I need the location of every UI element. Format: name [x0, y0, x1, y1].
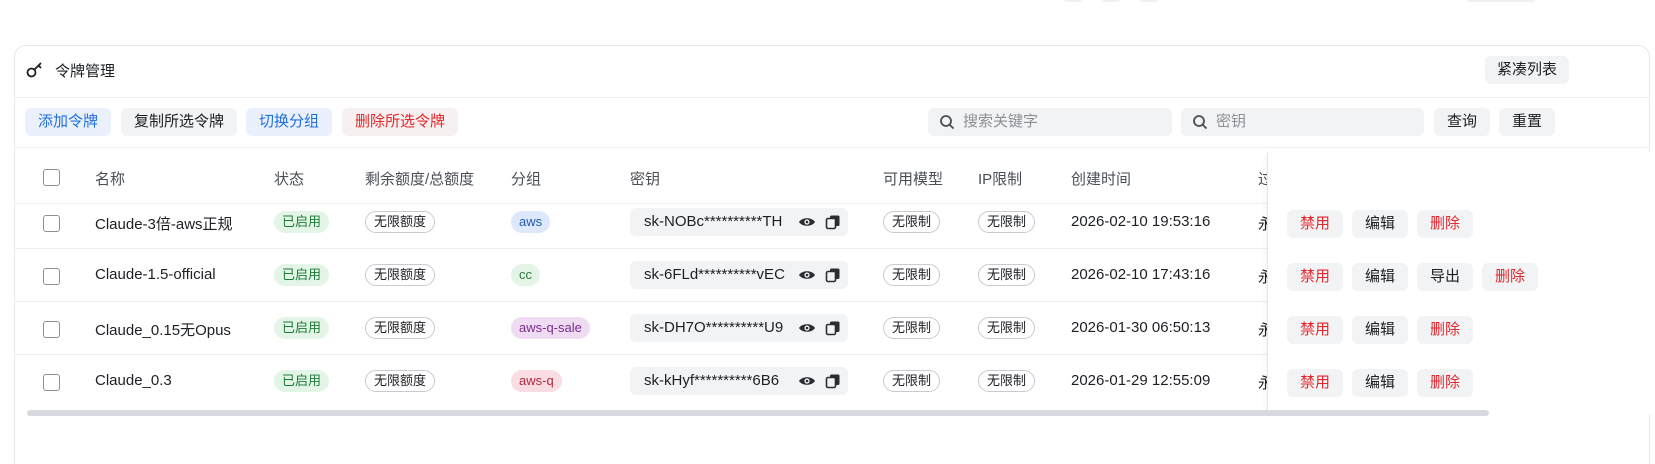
column-header-ip[interactable]: IP限制 [978, 168, 1022, 189]
ip-limit-tag: 无限制 [978, 370, 1036, 392]
card-header: 令牌管理 紧凑列表 [15, 46, 1649, 98]
status-badge: 已启用 [274, 211, 330, 233]
copy-icon[interactable] [825, 214, 841, 230]
eye-icon[interactable] [798, 373, 816, 389]
row-checkbox[interactable] [43, 215, 60, 232]
models-tag: 无限制 [883, 370, 941, 392]
status-badge: 已启用 [274, 317, 330, 339]
disable-button[interactable]: 禁用 [1287, 210, 1344, 238]
add-token-button[interactable]: 添加令牌 [25, 108, 112, 136]
column-header-created[interactable]: 创建时间 [1071, 168, 1131, 189]
search-keyword-input[interactable]: 搜索关键字 [928, 108, 1172, 136]
group-tag: aws [511, 211, 551, 233]
delete-button[interactable]: 删除 [1417, 210, 1474, 238]
created-time: 2026-02-10 17:43:16 [1071, 266, 1211, 283]
actions-column: 禁用 编辑 删除 禁用 编辑 导出 删除 禁用 编辑 删除 禁用 编辑 删除 [1267, 152, 1651, 414]
copy-icon[interactable] [825, 373, 841, 389]
delete-button[interactable]: 删除 [1417, 316, 1474, 344]
delete-button[interactable]: 删除 [1482, 263, 1539, 291]
horizontal-scrollbar[interactable] [27, 410, 1489, 416]
key-value: sk-6FLd**********vEC [644, 266, 785, 283]
quota-tag: 无限额度 [365, 370, 436, 392]
export-button[interactable]: 导出 [1417, 263, 1474, 291]
search-icon [1193, 115, 1208, 130]
delete-button[interactable]: 删除 [1417, 369, 1474, 397]
top-ghost-control [1465, 0, 1537, 2]
disable-button[interactable]: 禁用 [1287, 369, 1344, 397]
token-management-card: 令牌管理 紧凑列表 添加令牌 复制所选令牌 切换分组 删除所选令牌 搜索关键字 … [14, 45, 1651, 464]
disable-button[interactable]: 禁用 [1287, 316, 1344, 344]
quota-tag: 无限额度 [365, 317, 436, 339]
status-badge: 已启用 [274, 264, 330, 286]
compact-list-button[interactable]: 紧凑列表 [1484, 56, 1569, 84]
column-header-quota[interactable]: 剩余额度/总额度 [365, 168, 474, 189]
row-checkbox[interactable] [43, 268, 60, 285]
disable-button[interactable]: 禁用 [1287, 263, 1344, 291]
switch-group-button[interactable]: 切换分组 [246, 108, 333, 136]
models-tag: 无限制 [883, 264, 941, 286]
key-value: sk-DH7O**********U9 [644, 319, 784, 336]
column-header-key[interactable]: 密钥 [630, 168, 660, 189]
edit-button[interactable]: 编辑 [1352, 210, 1409, 238]
ip-limit-tag: 无限制 [978, 264, 1036, 286]
edit-button[interactable]: 编辑 [1352, 316, 1409, 344]
delete-selected-button[interactable]: 删除所选令牌 [342, 108, 459, 136]
token-name: Claude_0.3 [95, 372, 172, 389]
quota-tag: 无限额度 [365, 264, 436, 286]
key-field: sk-6FLd**********vEC [630, 261, 848, 289]
top-ghost-control [1100, 0, 1122, 2]
key-value: sk-kHyf**********6B6 [644, 372, 780, 389]
token-name: Claude-3倍-aws正规 [95, 216, 233, 233]
column-header-group[interactable]: 分组 [511, 168, 541, 189]
token-name: Claude_0.15无Opus [95, 322, 231, 339]
search-icon [940, 115, 955, 130]
key-icon [26, 62, 42, 78]
created-time: 2026-01-29 12:55:09 [1071, 372, 1211, 389]
status-badge: 已启用 [274, 370, 330, 392]
row-checkbox[interactable] [43, 321, 60, 338]
group-tag: cc [511, 264, 540, 286]
key-value: sk-NOBc**********TH [644, 213, 783, 230]
row-checkbox[interactable] [43, 374, 60, 391]
toolbar: 添加令牌 复制所选令牌 切换分组 删除所选令牌 搜索关键字 密钥 查询 重置 [15, 98, 1649, 148]
group-tag: aws-q [511, 370, 562, 392]
column-header-models[interactable]: 可用模型 [883, 168, 943, 189]
created-time: 2026-02-10 19:53:16 [1071, 213, 1211, 230]
eye-icon[interactable] [798, 267, 816, 283]
reset-button[interactable]: 重置 [1499, 108, 1556, 136]
key-field: sk-DH7O**********U9 [630, 314, 848, 342]
top-ghost-control [1062, 0, 1084, 2]
key-field: sk-NOBc**********TH [630, 208, 848, 236]
query-button[interactable]: 查询 [1434, 108, 1491, 136]
top-ghost-control [1138, 0, 1160, 2]
eye-icon[interactable] [798, 320, 816, 336]
column-header-name[interactable]: 名称 [95, 168, 125, 189]
column-header-status[interactable]: 状态 [274, 168, 304, 189]
models-tag: 无限制 [883, 317, 941, 339]
ip-limit-tag: 无限制 [978, 317, 1036, 339]
search-key-input[interactable]: 密钥 [1181, 108, 1424, 136]
search-key-placeholder: 密钥 [1216, 113, 1247, 130]
token-name: Claude-1.5-official [95, 266, 216, 283]
quota-tag: 无限额度 [365, 211, 436, 233]
created-time: 2026-01-30 06:50:13 [1071, 319, 1211, 336]
ip-limit-tag: 无限制 [978, 211, 1036, 233]
edit-button[interactable]: 编辑 [1352, 263, 1409, 291]
copy-icon[interactable] [825, 267, 841, 283]
copy-selected-button[interactable]: 复制所选令牌 [121, 108, 238, 136]
models-tag: 无限制 [883, 211, 941, 233]
search-keyword-placeholder: 搜索关键字 [963, 113, 1039, 130]
key-field: sk-kHyf**********6B6 [630, 367, 848, 395]
page-title: 令牌管理 [55, 63, 116, 80]
edit-button[interactable]: 编辑 [1352, 369, 1409, 397]
group-tag: aws-q-sale [511, 317, 590, 339]
eye-icon[interactable] [798, 214, 816, 230]
copy-icon[interactable] [825, 320, 841, 336]
select-all-checkbox[interactable] [43, 169, 60, 186]
